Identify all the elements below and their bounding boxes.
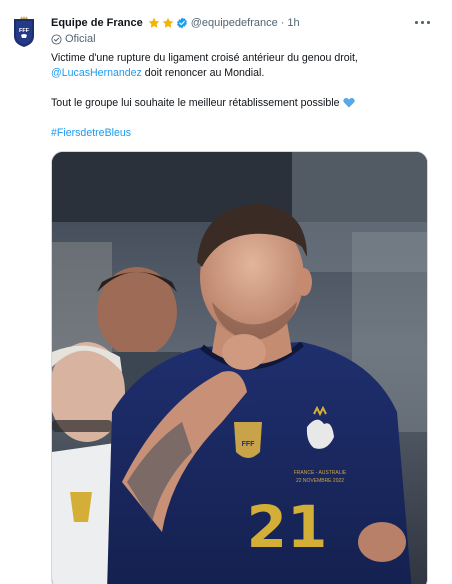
author-name[interactable]: Equipe de France — [51, 17, 143, 29]
text-line-2-rest: doit renoncer au Mondial. — [141, 67, 265, 79]
separator-dot: · — [280, 17, 285, 29]
official-label: Oficial — [51, 33, 96, 45]
timestamp[interactable]: 1h — [287, 17, 299, 29]
official-text: Oficial — [65, 33, 96, 45]
jersey-patch-text: FRANCE - AUSTRALIE — [294, 470, 347, 476]
text-line-3-text: Tout le groupe lui souhaite le meilleur … — [51, 97, 340, 109]
text-line-2: @LucasHernandez doit renoncer au Mondial… — [51, 66, 431, 81]
more-dots-icon — [415, 21, 418, 24]
tweet-text: Victime d'une rupture du ligament croisé… — [51, 51, 431, 141]
more-dots-icon — [421, 21, 424, 24]
mention-link[interactable]: @LucasHernandez — [51, 67, 142, 79]
crest-text: FFF — [242, 441, 256, 448]
jersey-number: 21 — [247, 493, 328, 561]
author-handle[interactable]: @equipedefrance — [191, 17, 278, 29]
tweet-card[interactable]: FFF Equipe de France @equipedefrance · 1… — [0, 0, 452, 584]
text-line-4: #FiersdetreBleus — [51, 126, 431, 141]
more-dots-icon — [427, 21, 430, 24]
verified-badge-icon[interactable] — [176, 17, 188, 29]
blue-heart-emoji-icon — [342, 97, 355, 108]
more-options-button[interactable] — [413, 13, 431, 31]
text-line-3: Tout le groupe lui souhaite le meilleur … — [51, 96, 431, 111]
tweet-header: Equipe de France @equipedefrance · 1h — [51, 14, 300, 32]
jersey-date-text: 22 NOVEMBRE 2022 — [296, 478, 344, 484]
text-line-1: Victime d'une rupture du ligament croisé… — [51, 52, 358, 64]
tweet-photo[interactable]: FFF FRANCE - AUSTRALIE 22 NOVEMBRE 2022 … — [51, 151, 428, 584]
hashtag-link[interactable]: #FiersdetreBleus — [51, 127, 131, 139]
gold-star-icon — [148, 17, 159, 28]
gold-star-icon — [162, 17, 173, 28]
avatar[interactable]: FFF — [12, 16, 36, 48]
player-photo-illustration: FFF FRANCE - AUSTRALIE 22 NOVEMBRE 2022 … — [52, 152, 427, 584]
svg-text:FFF: FFF — [19, 28, 30, 34]
official-check-icon — [51, 33, 62, 45]
